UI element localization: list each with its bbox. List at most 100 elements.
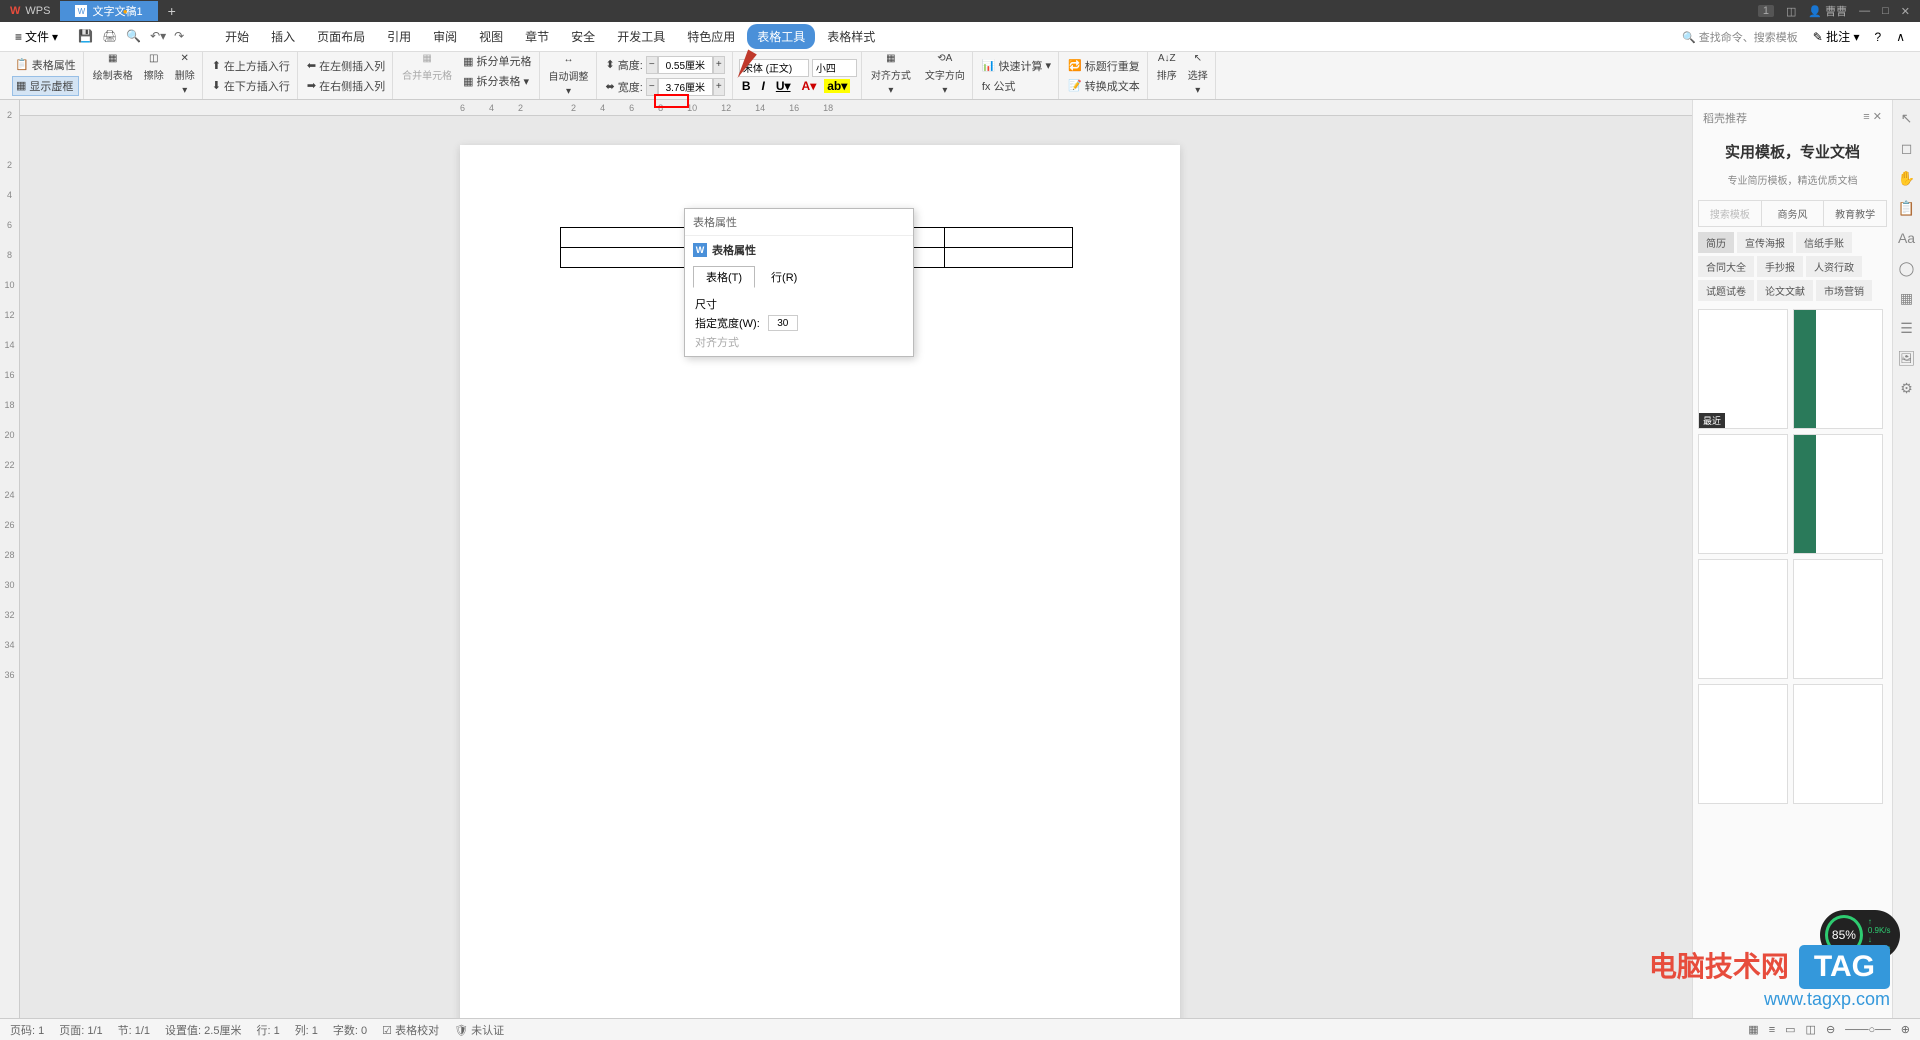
cat-marketing[interactable]: 市场营销	[1816, 280, 1872, 301]
status-section[interactable]: 节: 1/1	[118, 1022, 150, 1038]
popover-tab-row[interactable]: 行(R)	[758, 266, 810, 288]
insert-col-right-button[interactable]: ➡ 在右侧插入列	[304, 77, 388, 95]
formula-button[interactable]: fx 公式	[979, 77, 1054, 95]
new-tab-button[interactable]: +	[158, 3, 186, 19]
close-button[interactable]: ✕	[1901, 5, 1910, 18]
maximize-button[interactable]: □	[1882, 5, 1889, 17]
width-increase[interactable]: +	[713, 78, 725, 96]
height-increase[interactable]: +	[713, 56, 725, 74]
split-cells-button[interactable]: ▦ 拆分单元格	[460, 52, 534, 70]
convert-to-text-button[interactable]: 📝 转换成文本	[1065, 77, 1143, 95]
undo-icon[interactable]: ↶▾	[150, 29, 166, 45]
highlight-button[interactable]: ab▾	[824, 79, 850, 93]
command-search[interactable]: 🔍 查找命令、搜索模板	[1682, 29, 1798, 45]
height-input[interactable]	[658, 56, 713, 74]
zoom-slider[interactable]: ───○──	[1845, 1024, 1891, 1036]
menu-review[interactable]: 审阅	[423, 24, 467, 49]
document-area[interactable]: 642 24 6810 121416 18 表格属性 W表格属性 表格(T) 行…	[20, 100, 1692, 1018]
panel-menu-icon[interactable]: ≡	[1863, 111, 1869, 123]
status-chars[interactable]: 字数: 0	[333, 1022, 367, 1038]
view-mode-1[interactable]: ▦	[1748, 1023, 1758, 1036]
menu-layout[interactable]: 页面布局	[307, 24, 375, 49]
text-direction-button[interactable]: ⟲A文字方向▾	[922, 52, 968, 99]
template-item[interactable]	[1698, 434, 1788, 554]
zoom-in[interactable]: ⊕	[1901, 1023, 1910, 1036]
menu-view[interactable]: 视图	[469, 24, 513, 49]
panel-tab-education[interactable]: 教育教学	[1824, 201, 1886, 226]
menu-table-style[interactable]: 表格样式	[817, 24, 885, 49]
menu-start[interactable]: 开始	[215, 24, 259, 49]
cursor-icon[interactable]: ↖	[1898, 110, 1916, 128]
menu-references[interactable]: 引用	[377, 24, 421, 49]
font-size-select[interactable]	[812, 59, 857, 77]
quick-calc-button[interactable]: 📊 快速计算▾	[979, 57, 1054, 75]
menu-devtools[interactable]: 开发工具	[607, 24, 675, 49]
redo-icon[interactable]: ↷	[174, 29, 190, 45]
cat-exam[interactable]: 试题试卷	[1698, 280, 1754, 301]
minimize-button[interactable]: —	[1859, 5, 1870, 17]
width-input[interactable]	[658, 78, 713, 96]
cat-resume[interactable]: 简历	[1698, 232, 1734, 253]
width-decrease[interactable]: −	[646, 78, 658, 96]
cat-contract[interactable]: 合同大全	[1698, 256, 1754, 277]
underline-button[interactable]: U▾	[773, 79, 794, 93]
height-decrease[interactable]: −	[646, 56, 658, 74]
insert-col-left-button[interactable]: ⬅ 在左侧插入列	[304, 57, 388, 75]
notification-badge[interactable]: 1	[1758, 5, 1774, 17]
help-icon[interactable]: ?	[1875, 30, 1882, 44]
menu-security[interactable]: 安全	[561, 24, 605, 49]
panel-tab-search[interactable]: 搜索模板	[1699, 201, 1762, 226]
delete-button[interactable]: ✕删除▾	[172, 52, 198, 99]
template-item[interactable]	[1793, 559, 1883, 679]
style-icon[interactable]: Aa	[1898, 230, 1916, 248]
menu-special[interactable]: 特色应用	[677, 24, 745, 49]
menu-insert[interactable]: 插入	[261, 24, 305, 49]
cat-hr[interactable]: 人资行政	[1806, 256, 1862, 277]
save-icon[interactable]: 💾	[78, 29, 94, 45]
view-mode-4[interactable]: ◫	[1806, 1023, 1816, 1036]
preview-icon[interactable]: 🔍	[126, 29, 142, 45]
menu-table-tools[interactable]: 表格工具	[747, 24, 815, 49]
view-mode-3[interactable]: ▭	[1785, 1023, 1795, 1036]
document-tab[interactable]: W 文字文稿1 ●	[60, 1, 157, 21]
eraser-button[interactable]: ◫擦除	[141, 52, 167, 99]
template-item[interactable]	[1793, 309, 1883, 429]
collapse-ribbon-icon[interactable]: ∧	[1896, 30, 1905, 44]
template-item[interactable]	[1698, 559, 1788, 679]
template-item[interactable]	[1793, 684, 1883, 804]
status-spellcheck[interactable]: ☑ 表格校对	[382, 1022, 439, 1038]
comments-button[interactable]: ✎ 批注 ▾	[1813, 28, 1860, 45]
draw-table-button[interactable]: ▦绘制表格	[90, 52, 136, 99]
insert-row-above-button[interactable]: ⬆ 在上方插入行	[209, 57, 293, 75]
autofit-button[interactable]: ↔自动调整▾	[546, 53, 592, 98]
split-table-button[interactable]: ▦ 拆分表格▾	[460, 72, 534, 90]
image-icon[interactable]: 🖼	[1898, 350, 1916, 368]
cat-poster[interactable]: 宣传海报	[1737, 232, 1793, 253]
shape-icon[interactable]: ◯	[1898, 260, 1916, 278]
repeat-header-button[interactable]: 🔁 标题行重复	[1065, 57, 1143, 75]
pan-icon[interactable]: ✋	[1898, 170, 1916, 188]
italic-button[interactable]: I	[759, 79, 768, 93]
align-button[interactable]: ▦对齐方式▾	[868, 52, 914, 99]
clipboard-icon[interactable]: 📋	[1898, 200, 1916, 218]
popover-width-input[interactable]	[768, 315, 798, 331]
insert-row-below-button[interactable]: ⬇ 在下方插入行	[209, 77, 293, 95]
select-button[interactable]: ↖选择▾	[1185, 52, 1211, 99]
outline-icon[interactable]: ☰	[1898, 320, 1916, 338]
cat-handwrite[interactable]: 手抄报	[1757, 256, 1803, 277]
cat-paper[interactable]: 论文文献	[1757, 280, 1813, 301]
menu-section[interactable]: 章节	[515, 24, 559, 49]
table-properties-button[interactable]: 📋 表格属性	[12, 56, 79, 74]
layout-icon[interactable]: ▦	[1898, 290, 1916, 308]
settings-icon[interactable]: ⚙	[1898, 380, 1916, 398]
template-item[interactable]	[1793, 434, 1883, 554]
popover-tab-table[interactable]: 表格(T)	[693, 266, 755, 288]
zoom-out[interactable]: ⊖	[1826, 1023, 1835, 1036]
file-menu[interactable]: ≡文件▾	[5, 28, 68, 45]
apps-icon[interactable]: ◫	[1786, 5, 1796, 18]
template-item[interactable]	[1698, 684, 1788, 804]
font-color-button[interactable]: A▾	[799, 79, 820, 93]
cat-letter[interactable]: 信纸手账	[1796, 232, 1852, 253]
sort-button[interactable]: A↓Z排序	[1154, 52, 1180, 99]
panel-close-icon[interactable]: ✕	[1873, 111, 1882, 123]
